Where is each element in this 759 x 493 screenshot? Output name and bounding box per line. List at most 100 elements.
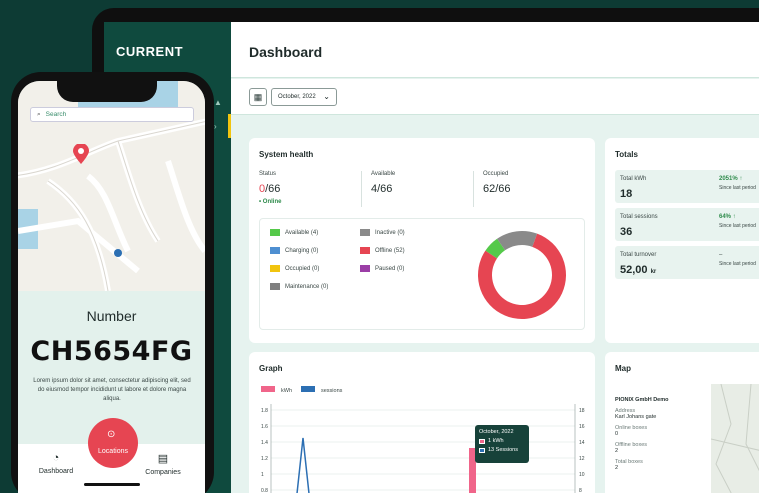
legend-label: Inactive (0) xyxy=(375,229,405,236)
totals-row: Total turnover 52,00 kr – Since last period xyxy=(615,246,759,279)
legend-swatch xyxy=(360,229,370,236)
system-health-card: System health Status 0/66 • Online Avail… xyxy=(249,138,595,343)
topbar: Dashboard xyxy=(231,22,759,78)
number-label: Number xyxy=(86,308,137,324)
totals-since: Since last period xyxy=(719,261,756,267)
totals-change: 64% ↑ xyxy=(719,214,736,220)
occupied-label: Occupied xyxy=(483,171,509,177)
charger-number: CH5654FG xyxy=(30,336,193,367)
y-left-tick: 1.8 xyxy=(261,408,268,414)
search-placeholder: Search xyxy=(45,111,67,118)
y-right-tick: 8 xyxy=(579,488,582,493)
legend-label: Paused (0) xyxy=(375,265,405,272)
occupied-metric: Occupied 62/66 xyxy=(483,171,511,195)
legend-item: Inactive (0) xyxy=(360,229,405,236)
legend-item: Charging (0) xyxy=(270,247,318,254)
date-select-value: October, 2022 xyxy=(278,94,316,100)
tooltip-sessions-row: 13 Sessions xyxy=(479,447,525,453)
status-metric: Status 0/66 • Online xyxy=(259,171,281,205)
legend-label: Occupied (0) xyxy=(285,265,320,272)
available-label: Available xyxy=(371,171,396,177)
building-icon: ▤ xyxy=(157,453,169,465)
y-left-tick: 1.6 xyxy=(261,424,268,430)
pie-chart-icon: ◔ xyxy=(52,452,60,464)
legend-kwh-label: kWh xyxy=(281,388,292,394)
y-right-tick: 16 xyxy=(579,424,585,430)
divider xyxy=(361,171,362,207)
y-left-tick: 0.8 xyxy=(261,488,268,493)
sessions-swatch xyxy=(479,447,485,453)
legend-sessions-label: sessions xyxy=(321,388,343,394)
online-value: 0 xyxy=(615,431,619,437)
chevron-right-icon[interactable]: › xyxy=(214,122,224,132)
legend-swatch xyxy=(270,247,280,254)
y-left-tick: 1.4 xyxy=(261,440,268,446)
legend-label: Maintenance (0) xyxy=(285,283,329,290)
legend-label: Offline (52) xyxy=(375,247,405,254)
y-left-tick: 1 xyxy=(261,472,264,478)
tab-companies-label: Companies xyxy=(145,469,181,476)
phone-notch xyxy=(57,72,157,102)
map-info: PIONIX GmbH Demo Address Karl Johans gat… xyxy=(615,397,668,471)
calendar-icon[interactable]: ▦ xyxy=(249,88,267,106)
graph-card: Graph kWh sessions 1.8 18 1.6 16 1.4 14 1.2 12 1 10… xyxy=(249,352,595,493)
legend-item: Available (4) xyxy=(270,229,318,236)
legend-item: Maintenance (0) xyxy=(270,283,328,290)
map-thumbnail[interactable] xyxy=(710,383,759,493)
totals-label: Total sessions xyxy=(620,214,658,220)
map-card: Map PIONIX GmbH Demo Address Karl Johans… xyxy=(605,352,759,493)
legend-swatch xyxy=(360,247,370,254)
tab-locations[interactable]: ⊙ Locations xyxy=(88,418,138,468)
status-total: /66 xyxy=(265,183,281,195)
totals-since: Since last period xyxy=(719,185,756,191)
tab-companies[interactable]: ▤ Companies xyxy=(138,452,188,476)
app-logo: CURRENT xyxy=(116,44,184,59)
graph-chart: kWh sessions 1.8 18 1.6 16 1.4 14 1.2 12 1 10 0.8 8 xyxy=(261,386,585,493)
totals-row: Total kWh 18 2051% ↑ Since last period xyxy=(615,170,759,203)
status-donut-chart xyxy=(478,231,566,319)
totals-label: Total kWh xyxy=(620,176,647,182)
status-online-label: Online xyxy=(262,199,282,205)
legend-item: Paused (0) xyxy=(360,265,404,272)
legend-sessions-swatch xyxy=(301,386,315,392)
legend-swatch xyxy=(270,265,280,272)
chevron-up-icon[interactable]: ▲ xyxy=(214,98,224,108)
tab-dashboard[interactable]: ◔ Dashboard xyxy=(36,452,76,475)
totals-value: 36 xyxy=(620,226,633,238)
main-content: Dashboard ▦ October, 2022 ⌄ System healt… xyxy=(231,22,759,493)
location-name: PIONIX GmbH Demo xyxy=(615,397,669,403)
map-pin-icon[interactable] xyxy=(73,144,89,164)
totals-row: Total sessions 36 64% ↑ Since last period xyxy=(615,208,759,241)
y-right-tick: 18 xyxy=(579,408,585,414)
kwh-swatch xyxy=(479,438,485,444)
card-title: Map xyxy=(615,364,631,373)
y-right-tick: 12 xyxy=(579,456,585,462)
card-title: System health xyxy=(259,150,314,159)
occupied-value: 62/66 xyxy=(483,183,511,195)
legend-swatch xyxy=(270,229,280,236)
legend-label: Charging (0) xyxy=(285,247,319,254)
available-value: 4/66 xyxy=(371,183,393,195)
chevron-down-icon: ⌄ xyxy=(323,92,330,101)
map-roads xyxy=(710,383,759,493)
totals-value: 18 xyxy=(620,188,633,200)
totals-change: – xyxy=(719,252,723,258)
totals-value: 52,00 kr xyxy=(620,264,657,276)
description-text: Lorem ipsum dolor sit amet, consectetur … xyxy=(33,378,191,402)
totals-card: Totals Total kWh 18 2051% ↑ Since last per… xyxy=(605,138,759,343)
phone-map[interactable]: ⌕ Search xyxy=(18,81,205,292)
date-select[interactable]: October, 2022 ⌄ xyxy=(271,88,337,106)
search-input[interactable]: ⌕ Search xyxy=(30,107,194,122)
donut-slice-inactive[interactable] xyxy=(497,231,538,251)
status-label: Status xyxy=(259,171,277,177)
address-value: Karl Johans gate xyxy=(615,414,657,420)
legend-swatch xyxy=(270,283,280,290)
totals-label: Total turnover xyxy=(620,252,657,258)
chart-tooltip: October, 2022 1 kWh 13 Sessions xyxy=(475,425,529,463)
card-title: Totals xyxy=(615,150,638,159)
tooltip-kwh: 1 kWh xyxy=(488,438,504,444)
available-metric: Available 4/66 xyxy=(371,171,395,195)
legend-label: Available (4) xyxy=(285,229,319,236)
offline-value: 2 xyxy=(615,448,619,454)
legend-swatch xyxy=(360,265,370,272)
